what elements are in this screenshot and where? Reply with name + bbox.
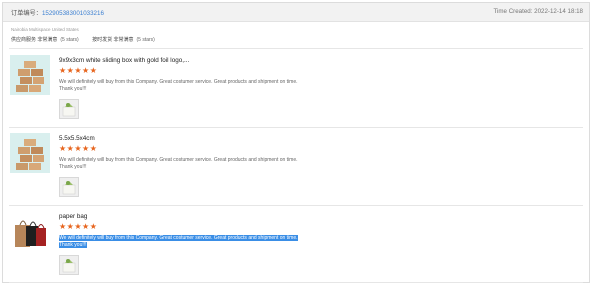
rating-stars: ★★★★★ — [59, 222, 98, 231]
review-photo-icon[interactable] — [59, 99, 79, 119]
rating-stars: ★★★★★ — [59, 66, 98, 75]
order-number-prefix: 订单编号： — [11, 10, 42, 17]
product-title[interactable]: 9x9x3cm white sliding box with gold foil… — [59, 57, 189, 64]
product-title[interactable]: paper bag — [59, 213, 87, 220]
stacked-boxes-icon[interactable] — [10, 133, 50, 173]
order-header: 订单编号：152905383001033216 Time Created: 20… — [3, 3, 589, 22]
store-ratings: 供应商服务 非常满意 (5 stars) 按时发货 非常满意 (5 stars) — [11, 36, 167, 43]
review-text: We will definitely will buy from this Co… — [59, 157, 298, 171]
order-review-panel: 订单编号：152905383001033216 Time Created: 20… — [2, 2, 590, 283]
service-rating-count: (5 stars) — [60, 37, 79, 43]
divider — [9, 48, 583, 49]
service-rating-label: 供应商服务 非常满意 — [11, 37, 58, 43]
shipping-rating: 按时发货 非常满意 (5 stars) — [92, 37, 155, 43]
store-name: Nairobia Multispace United States — [11, 27, 79, 32]
review-text: We will definitely will buy from this Co… — [59, 79, 298, 93]
stacked-boxes-icon[interactable] — [10, 55, 50, 95]
divider — [9, 127, 583, 128]
product-review-item: 5.5x5.5x4cm ★★★★★ We will definitely wil… — [3, 131, 589, 211]
review-text-selected: We will definitely will buy from this Co… — [59, 235, 299, 250]
divider — [9, 282, 583, 283]
paper-bags-icon[interactable] — [10, 211, 50, 251]
rating-stars: ★★★★★ — [59, 144, 98, 153]
shipping-rating-count: (5 stars) — [136, 37, 155, 43]
divider — [9, 205, 583, 206]
review-photo-icon[interactable] — [59, 255, 79, 275]
selected-review-text: We will definitely will buy from this Co… — [59, 235, 298, 249]
product-review-item: paper bag ★★★★★ We will definitely will … — [3, 209, 589, 289]
service-rating: 供应商服务 非常满意 (5 stars) — [11, 37, 80, 43]
order-number-link[interactable]: 152905383001033216 — [42, 10, 104, 17]
order-number-label: 订单编号：152905383001033216 — [11, 8, 104, 17]
review-photo-icon[interactable] — [59, 177, 79, 197]
product-review-item: 9x9x3cm white sliding box with gold foil… — [3, 53, 589, 133]
product-title[interactable]: 5.5x5.5x4cm — [59, 135, 95, 142]
time-created: Time Created: 2022-12-14 18:18 — [493, 8, 583, 15]
shipping-rating-label: 按时发货 非常满意 — [92, 37, 134, 43]
